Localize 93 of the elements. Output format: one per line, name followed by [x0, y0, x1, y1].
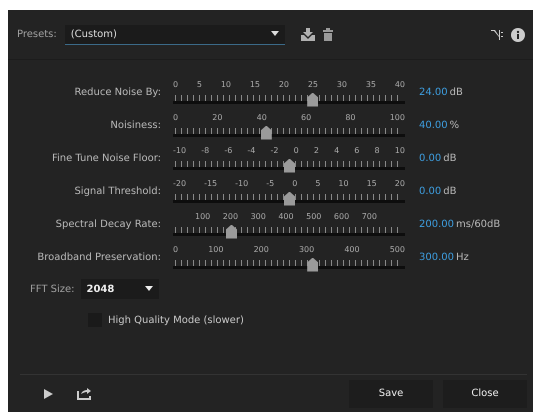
tick-label: 100 [208, 244, 224, 256]
unit-label: Hz [455, 251, 469, 265]
unit-label: ms/60dB [455, 218, 500, 232]
tick-label: 35 [366, 78, 376, 90]
tick-label: 0 [173, 78, 178, 90]
dialog-button[interactable]: Save [349, 380, 433, 408]
slider-thumb[interactable] [284, 158, 295, 172]
tick-label: -2 [270, 144, 279, 156]
slider-track[interactable]: -20 -15 -10 -5 0 5 10 15 20 [173, 176, 405, 206]
tick-label: -5 [266, 178, 274, 190]
fft-size-label: FFT Size: [30, 282, 75, 296]
tick-label: 600 [334, 210, 350, 222]
unit-label: dB [442, 185, 456, 199]
tick-label: 2 [314, 144, 319, 156]
slider-track[interactable]: 0 20 40 60 80 100 [173, 110, 405, 140]
tick-label: -8 [201, 144, 210, 156]
slider-value: 0.00 [418, 185, 442, 199]
tick-label: 10 [338, 178, 349, 190]
tick-label: -6 [224, 144, 232, 156]
export-icon[interactable] [77, 388, 91, 400]
unit-label: dB [442, 152, 456, 166]
tick-label: -15 [204, 178, 218, 190]
slider-thumb[interactable] [226, 224, 237, 238]
tick-label: 300 [250, 210, 266, 222]
fft-size-dropdown[interactable]: 2048 [80, 279, 159, 299]
presets-label: Presets: [17, 28, 57, 42]
slider-thumb[interactable] [260, 126, 272, 140]
tick-label: 25 [308, 78, 318, 90]
tick-label: 15 [366, 178, 377, 190]
tick-label: 400 [278, 210, 294, 222]
tick-label: 500 [390, 244, 405, 256]
tick-label: 200 [254, 244, 269, 256]
tick-label: 8 [374, 144, 380, 156]
tick-label: 4 [334, 144, 340, 156]
tick-label: 200 [222, 210, 238, 222]
slider-track[interactable]: 0 5 10 15 20 25 30 35 40 [173, 78, 405, 108]
tick-label: -10 [173, 144, 186, 156]
tick-label: 5 [196, 78, 202, 90]
tick-label: 10 [394, 144, 405, 156]
slider-thumb[interactable] [307, 258, 318, 272]
tick-label: -4 [247, 144, 256, 156]
slider-label: Signal Threshold: [73, 185, 162, 199]
slider-label: Broadband Preservation: [36, 251, 162, 265]
tick-label: 15 [250, 78, 260, 90]
checkbox-label: High Quality Mode (slower) [108, 314, 244, 328]
tick-label: -10 [235, 178, 248, 190]
tick-label: 6 [354, 144, 360, 156]
slider-value: 40.00 [418, 119, 448, 133]
tick-label: 40 [256, 112, 267, 124]
tick-label: 60 [300, 112, 312, 124]
tick-label: 20 [394, 178, 405, 190]
tick-label: 40 [394, 78, 405, 90]
unit-label: dB [448, 86, 463, 100]
tick-label: 0 [292, 178, 298, 190]
tick-label: 30 [336, 78, 347, 90]
tick-label: 20 [212, 112, 222, 124]
save-preset-icon[interactable] [300, 28, 315, 41]
slider-value: 200.00 [418, 218, 454, 232]
slider-thumb[interactable] [307, 92, 318, 106]
tick-label: 500 [306, 210, 322, 222]
info-icon[interactable] [511, 28, 525, 42]
tick-label: 0 [294, 144, 299, 156]
tick-label: 0 [173, 112, 178, 124]
tick-label: 400 [344, 244, 360, 256]
dialog-button[interactable]: Close [443, 380, 527, 408]
trash-icon[interactable] [322, 28, 333, 41]
tick-label: 100 [195, 210, 210, 222]
slider-value: 300.00 [418, 251, 454, 265]
slider-track[interactable]: 0 100 200 300 400 500 [173, 242, 405, 272]
slider-value: 0.00 [418, 152, 442, 166]
play-icon[interactable] [44, 388, 53, 398]
presets-dropdown[interactable]: (Custom) [64, 24, 285, 44]
slider-track[interactable]: 100 200 300 400 500 600 700 [173, 210, 405, 240]
tick-label: -20 [173, 178, 186, 190]
unit-label: % [448, 119, 460, 133]
tick-label: 700 [362, 210, 377, 222]
slider-label: Reduce Noise By: [73, 86, 162, 100]
caret-icon [270, 31, 279, 37]
slider-label: Noisiness: [109, 119, 162, 133]
slider-value: 24.00 [418, 86, 448, 100]
tick-label: 100 [390, 112, 405, 124]
slider-track[interactable]: -10 -8 -6 -4 -2 0 2 4 6 8 10 [173, 144, 405, 174]
tick-label: 20 [278, 78, 289, 90]
tick-label: 5 [315, 178, 320, 190]
caret-icon [144, 286, 153, 292]
tick-label: 80 [345, 112, 356, 124]
tick-label: 0 [173, 244, 178, 256]
slider-label: Spectral Decay Rate: [54, 218, 162, 232]
tick-label: 10 [220, 78, 231, 90]
slider-label: Fine Tune Noise Floor: [50, 152, 162, 166]
routing-icon[interactable] [491, 28, 503, 40]
slider-thumb[interactable] [284, 192, 295, 206]
tick-label: 300 [298, 244, 314, 256]
